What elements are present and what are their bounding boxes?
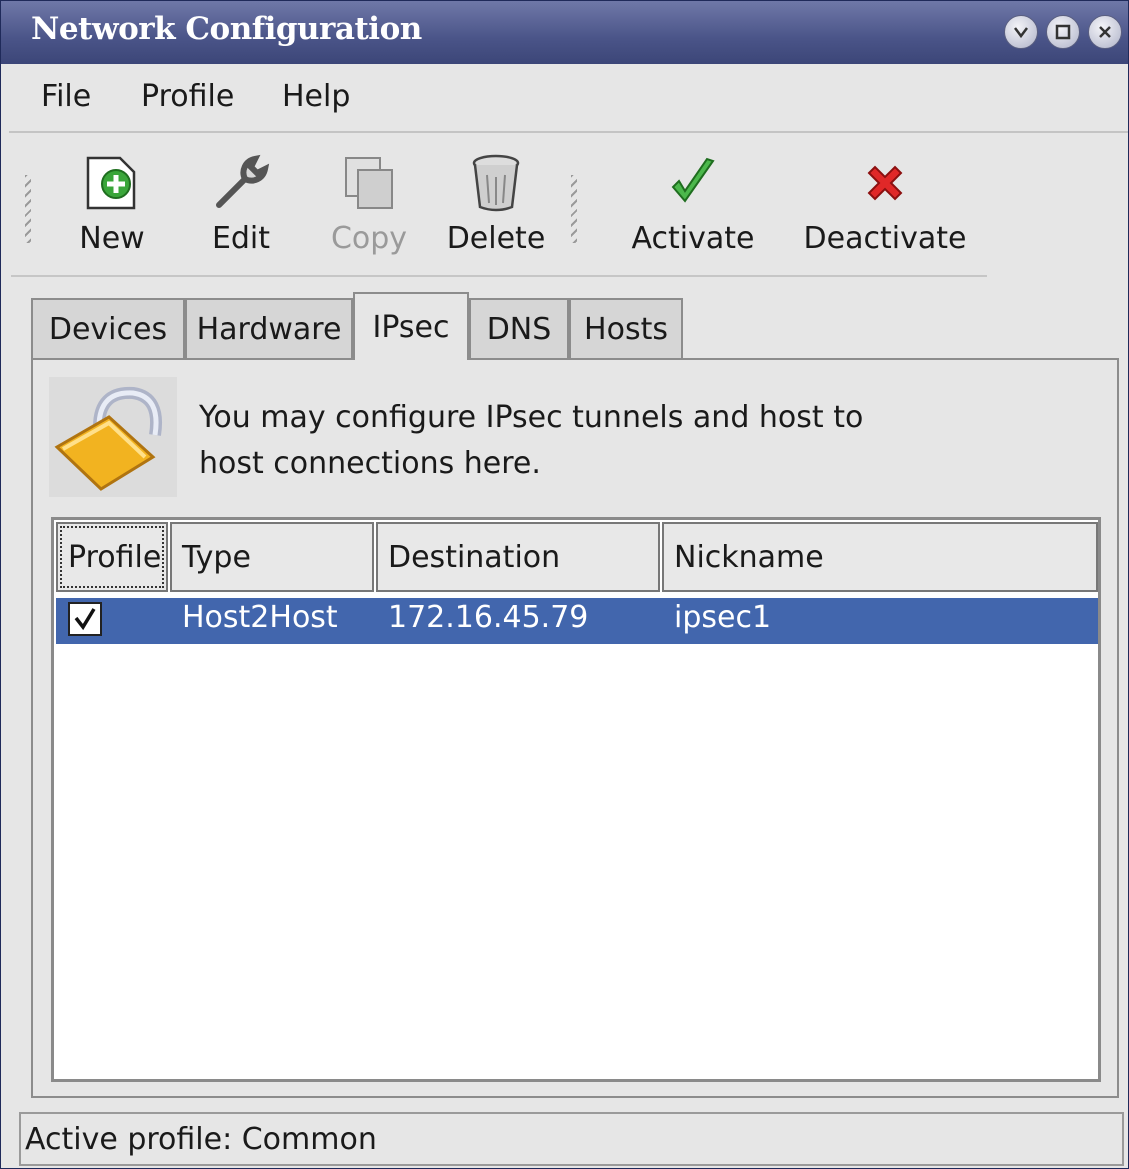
network-configuration-window: Network Configuration File Profile Help xyxy=(0,0,1129,1169)
checkmark-icon xyxy=(661,151,725,215)
tab-ipsec[interactable]: IPsec xyxy=(353,292,469,360)
lock-icon xyxy=(49,377,177,497)
tab-hosts[interactable]: Hosts xyxy=(569,298,683,358)
copy-label: Copy xyxy=(330,221,408,256)
delete-label: Delete xyxy=(446,221,546,256)
tab-hardware[interactable]: Hardware xyxy=(185,298,353,358)
toolbar-grip[interactable] xyxy=(571,175,577,243)
tab-dns[interactable]: DNS xyxy=(469,298,569,358)
tab-devices[interactable]: Devices xyxy=(31,298,185,358)
trash-icon xyxy=(464,151,528,215)
new-button[interactable]: New xyxy=(71,135,153,275)
close-icon xyxy=(1099,26,1111,38)
info-text: You may configure IPsec tunnels and host… xyxy=(199,395,863,487)
window-title: Network Configuration xyxy=(31,11,422,47)
cross-icon xyxy=(853,151,917,215)
column-header-type[interactable]: Type xyxy=(170,522,374,592)
info-text-line: You may configure IPsec tunnels and host… xyxy=(199,400,864,435)
menu-file[interactable]: File xyxy=(41,79,91,114)
cell-nickname: ipsec1 xyxy=(674,600,772,635)
check-icon xyxy=(74,608,96,631)
new-label: New xyxy=(79,221,145,256)
edit-button[interactable]: Edit xyxy=(201,135,281,275)
column-header-nickname[interactable]: Nickname xyxy=(662,522,1098,592)
copy-icon xyxy=(337,151,401,215)
deactivate-button[interactable]: Deactivate xyxy=(797,135,973,275)
wrench-icon xyxy=(209,151,273,215)
copy-button[interactable]: Copy xyxy=(319,135,419,275)
minimize-button[interactable] xyxy=(1004,15,1038,49)
new-icon xyxy=(80,151,144,215)
activate-button[interactable]: Activate xyxy=(623,135,763,275)
activate-label: Activate xyxy=(631,221,755,256)
status-text: Active profile: Common xyxy=(25,1122,377,1157)
cell-destination: 172.16.45.79 xyxy=(388,600,589,635)
edit-label: Edit xyxy=(211,221,271,256)
delete-button[interactable]: Delete xyxy=(441,135,551,275)
menu-help[interactable]: Help xyxy=(282,79,350,114)
maximize-icon xyxy=(1055,24,1071,40)
profile-checkbox[interactable] xyxy=(68,602,102,636)
maximize-button[interactable] xyxy=(1046,15,1080,49)
close-button[interactable] xyxy=(1088,15,1122,49)
menu-bar: File Profile Help xyxy=(9,65,1128,133)
menu-profile[interactable]: Profile xyxy=(141,79,234,114)
chevron-down-icon xyxy=(1014,27,1028,39)
column-header-destination[interactable]: Destination xyxy=(376,522,660,592)
table-row[interactable]: Host2Host 172.16.45.79 ipsec1 xyxy=(56,598,1098,644)
toolbar-grip[interactable] xyxy=(25,175,31,243)
status-bar: Active profile: Common xyxy=(19,1112,1124,1166)
info-text-line: host connections here. xyxy=(199,446,541,481)
info-banner: You may configure IPsec tunnels and host… xyxy=(49,377,1109,497)
toolbar: New Edit Copy Delete Activate Deactivate xyxy=(11,135,987,277)
cell-type: Host2Host xyxy=(182,600,338,635)
column-header-profile[interactable]: Profile xyxy=(56,522,168,592)
window-controls xyxy=(1004,15,1122,49)
deactivate-label: Deactivate xyxy=(803,221,967,256)
title-bar[interactable]: Network Configuration xyxy=(1,1,1128,64)
ipsec-connections-list[interactable]: Profile Type Destination Nickname Host2H… xyxy=(51,517,1101,1082)
